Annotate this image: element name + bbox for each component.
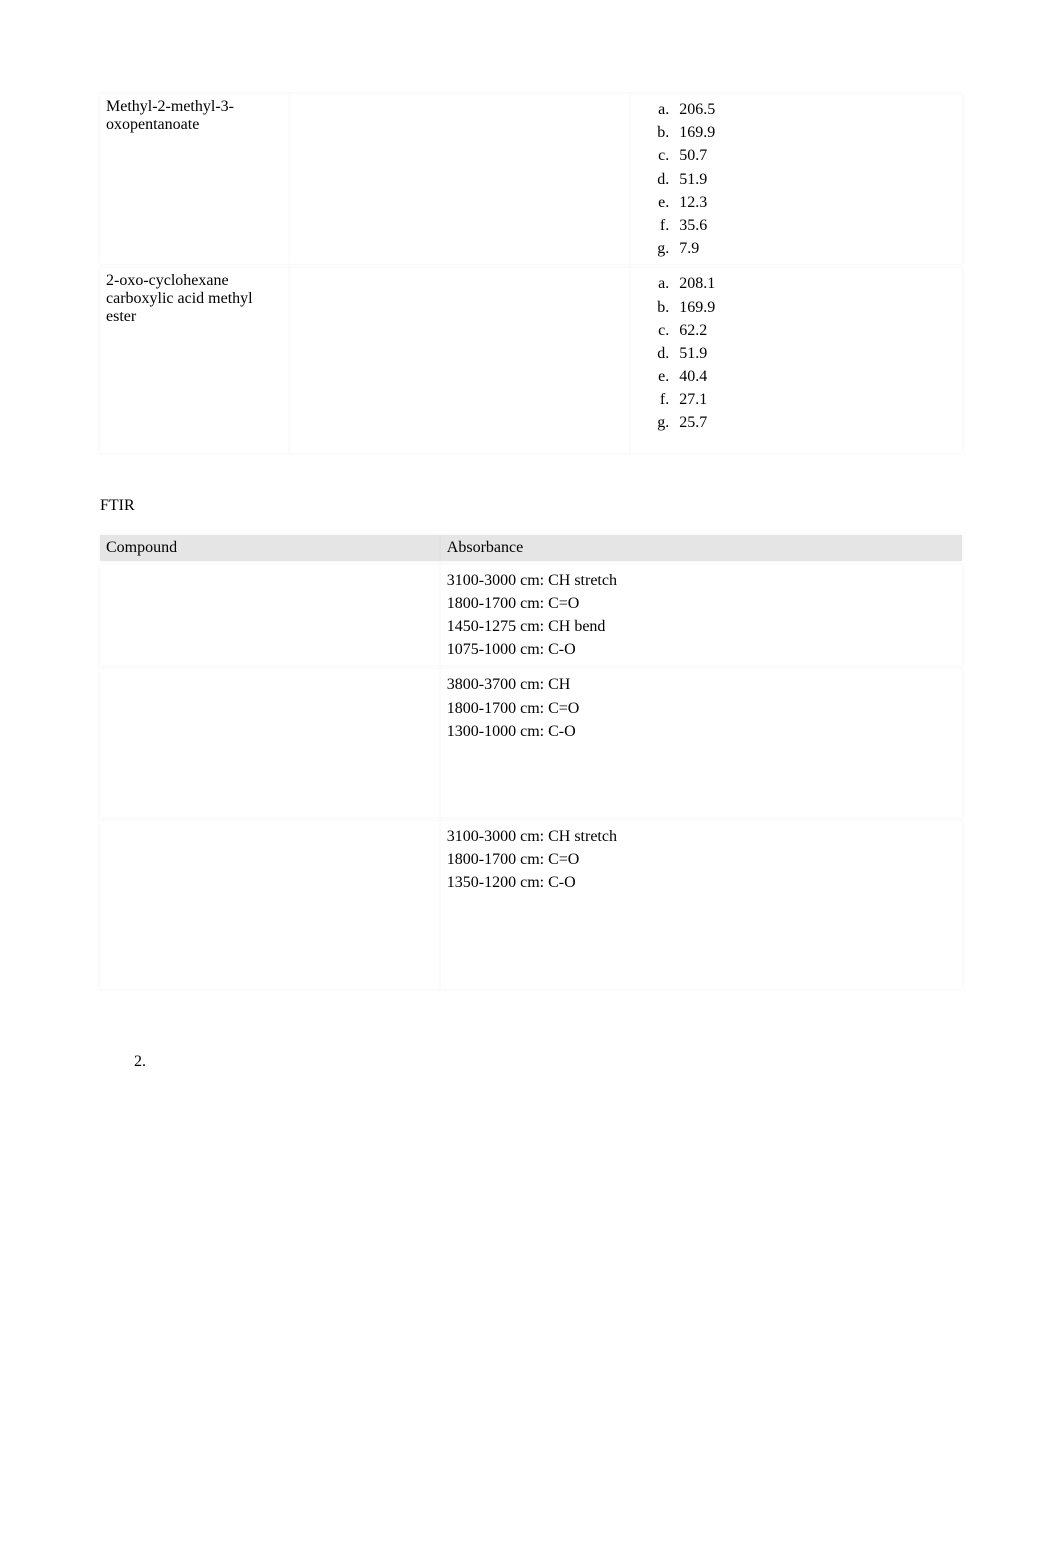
empty-cell (290, 94, 631, 264)
absorbance-line: 1800-1700 cm: C=O (447, 697, 956, 720)
list-item: 208.1 (673, 272, 956, 295)
absorbance-line: 1800-1700 cm: C=O (447, 848, 956, 871)
table-row: 3100-3000 cm: CH stretch 1800-1700 cm: C… (100, 821, 962, 989)
absorbance-line: 1075-1000 cm: C-O (447, 638, 956, 661)
list-item: 35.6 (673, 214, 956, 237)
absorbance-cell: 3100-3000 cm: CH stretch 1800-1700 cm: C… (441, 565, 962, 666)
absorbance-line: 1300-1000 cm: C-O (447, 720, 956, 743)
absorbance-line: 3100-3000 cm: CH stretch (447, 825, 956, 848)
absorbance-line: 3800-3700 cm: CH (447, 673, 956, 696)
nmr-table: Methyl-2-methyl-3-oxopentanoate 206.5 16… (100, 90, 962, 457)
compound-cell (100, 669, 441, 817)
compound-cell (100, 565, 441, 666)
list-item: 62.2 (673, 319, 956, 342)
list-item (150, 1053, 962, 1071)
absorbance-line: 1800-1700 cm: C=O (447, 592, 956, 615)
list-item: 40.4 (673, 365, 956, 388)
values-list: 206.5 169.9 50.7 51.9 12.3 35.6 7.9 (647, 98, 956, 260)
list-item: 169.9 (673, 296, 956, 319)
compound-cell (100, 821, 441, 989)
values-list: 208.1 169.9 62.2 51.9 40.4 27.1 25.7 (647, 272, 956, 434)
values-cell: 206.5 169.9 50.7 51.9 12.3 35.6 7.9 (631, 94, 962, 264)
list-item: 51.9 (673, 342, 956, 365)
list-item: 169.9 (673, 121, 956, 144)
column-header-absorbance: Absorbance (441, 535, 962, 561)
list-item: 7.9 (673, 237, 956, 260)
list-item: 51.9 (673, 168, 956, 191)
table-header-row: Compound Absorbance (100, 535, 962, 561)
absorbance-cell: 3800-3700 cm: CH 1800-1700 cm: C=O 1300-… (441, 669, 962, 817)
table-row: 3100-3000 cm: CH stretch 1800-1700 cm: C… (100, 565, 962, 666)
list-item: 12.3 (673, 191, 956, 214)
column-header-compound: Compound (100, 535, 441, 561)
absorbance-line: 1350-1200 cm: C-O (447, 871, 956, 894)
table-row: 3800-3700 cm: CH 1800-1700 cm: C=O 1300-… (100, 669, 962, 817)
list-item: 27.1 (673, 388, 956, 411)
table-row: 2-oxo-cyclohexane carboxylic acid methyl… (100, 268, 962, 452)
numbered-list (100, 1053, 962, 1071)
values-cell: 208.1 169.9 62.2 51.9 40.4 27.1 25.7 (631, 268, 962, 452)
empty-cell (290, 268, 631, 452)
list-item: 25.7 (673, 411, 956, 434)
list-item: 50.7 (673, 144, 956, 167)
ftir-table: Compound Absorbance 3100-3000 cm: CH str… (100, 531, 962, 993)
ftir-heading: FTIR (100, 497, 962, 515)
list-item: 206.5 (673, 98, 956, 121)
table-row: Methyl-2-methyl-3-oxopentanoate 206.5 16… (100, 94, 962, 264)
absorbance-line: 1450-1275 cm: CH bend (447, 615, 956, 638)
compound-cell: Methyl-2-methyl-3-oxopentanoate (100, 94, 290, 264)
absorbance-line: 3100-3000 cm: CH stretch (447, 569, 956, 592)
absorbance-cell: 3100-3000 cm: CH stretch 1800-1700 cm: C… (441, 821, 962, 989)
compound-cell: 2-oxo-cyclohexane carboxylic acid methyl… (100, 268, 290, 452)
